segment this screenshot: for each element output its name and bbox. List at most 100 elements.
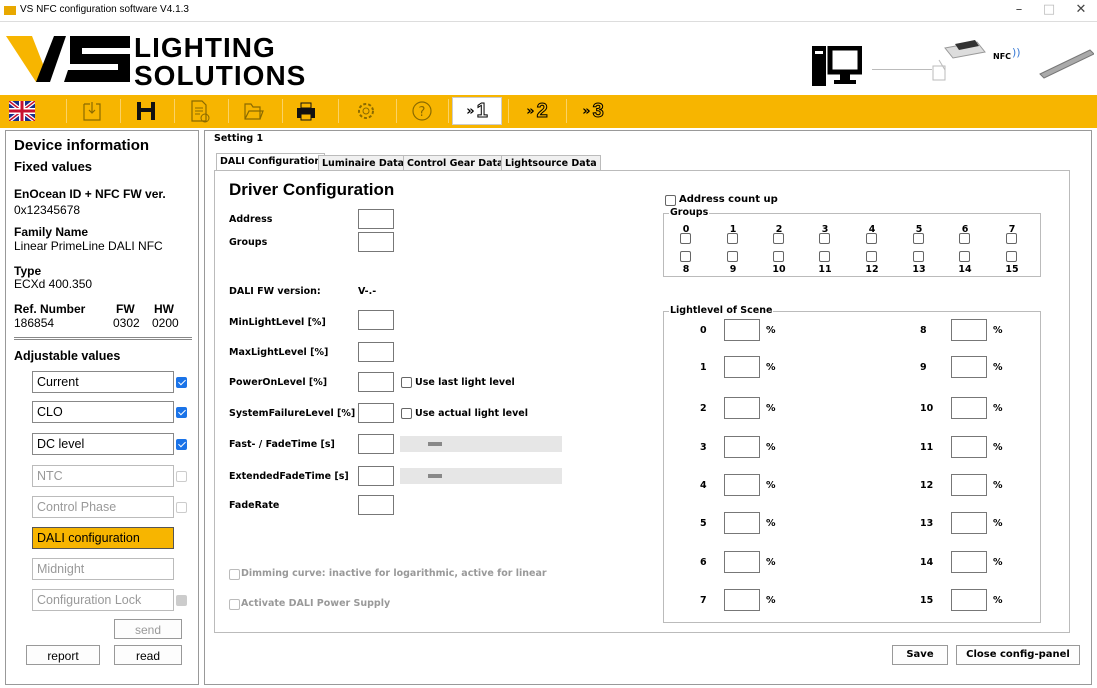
scene-8-input[interactable] xyxy=(951,319,987,341)
language-flag-uk-icon[interactable] xyxy=(8,97,36,125)
settings-gear-icon[interactable] xyxy=(352,97,380,125)
scene-7-input[interactable] xyxy=(724,589,760,611)
activate-dali-psu-checkbox[interactable] xyxy=(229,599,240,610)
nfc-waves-icon: » xyxy=(526,103,535,119)
scene-0-input[interactable] xyxy=(724,319,760,341)
connection-line xyxy=(872,69,932,70)
group-checkbox-8[interactable] xyxy=(680,251,691,262)
group-checkbox-0[interactable] xyxy=(680,233,691,244)
group-checkbox-13[interactable] xyxy=(913,251,924,262)
extended-fade-time-slider[interactable] xyxy=(400,468,562,484)
control-phase-checkbox[interactable] xyxy=(176,502,187,513)
group-checkbox-6[interactable] xyxy=(959,233,970,244)
scene-1-input[interactable] xyxy=(724,356,760,378)
group-checkbox-11[interactable] xyxy=(819,251,830,262)
address-label: Address xyxy=(229,214,273,225)
group-checkbox-7[interactable] xyxy=(1006,233,1017,244)
adjustable-dali-configuration-button[interactable]: DALI configuration xyxy=(32,527,174,549)
scene-11-input[interactable] xyxy=(951,436,987,458)
scene-3-input[interactable] xyxy=(724,436,760,458)
percent-label: % xyxy=(766,518,776,529)
scene-14-input[interactable] xyxy=(951,551,987,573)
help-icon[interactable]: ? xyxy=(408,97,436,125)
clo-checkbox[interactable] xyxy=(176,407,187,418)
fade-rate-input[interactable] xyxy=(358,495,394,515)
read-button[interactable]: read xyxy=(114,645,182,665)
adjustable-clo-button[interactable]: CLO xyxy=(32,401,174,423)
dc-level-checkbox[interactable] xyxy=(176,439,187,450)
scene-2-input[interactable] xyxy=(724,397,760,419)
close-button[interactable]: ✕ xyxy=(1066,2,1096,20)
tab-lightsource-data[interactable]: Lightsource Data xyxy=(501,155,601,171)
divider xyxy=(14,337,192,340)
use-actual-light-level-checkbox[interactable] xyxy=(401,408,412,419)
scene-15-input[interactable] xyxy=(951,589,987,611)
print-icon[interactable] xyxy=(292,97,320,125)
toolbar-separator xyxy=(508,99,509,123)
min-light-level-input[interactable] xyxy=(358,310,394,330)
group-checkbox-5[interactable] xyxy=(913,233,924,244)
groups-input[interactable] xyxy=(358,232,394,252)
scene-6-input[interactable] xyxy=(724,551,760,573)
tab-dali-configuration[interactable]: DALI Configuration xyxy=(216,153,326,171)
save-icon[interactable] xyxy=(132,97,160,125)
adjustable-current-button[interactable]: Current xyxy=(32,371,174,393)
send-button[interactable]: send xyxy=(114,619,182,639)
export-pdf-icon[interactable] xyxy=(186,97,214,125)
import-icon[interactable] xyxy=(78,97,106,125)
adjustable-dc-level-button[interactable]: DC level xyxy=(32,433,174,455)
system-failure-level-input[interactable] xyxy=(358,403,394,423)
scene-number-label: 14 xyxy=(920,557,934,568)
fade-time-input[interactable] xyxy=(358,434,394,454)
minimize-button[interactable]: – xyxy=(1004,2,1034,20)
tab-control-gear-data[interactable]: Control Gear Data xyxy=(403,155,508,171)
group-checkbox-4[interactable] xyxy=(866,233,877,244)
close-config-panel-button[interactable]: Close config-panel xyxy=(956,645,1080,665)
group-checkbox-12[interactable] xyxy=(866,251,877,262)
group-checkbox-3[interactable] xyxy=(819,233,830,244)
driver-configuration-heading: Driver Configuration xyxy=(229,180,395,199)
extended-fade-time-input[interactable] xyxy=(358,466,394,486)
adjustable-configuration-lock-button[interactable]: Configuration Lock xyxy=(32,589,174,611)
configuration-lock-checkbox[interactable] xyxy=(176,595,187,606)
adjustable-midnight-button[interactable]: Midnight xyxy=(32,558,174,580)
use-last-light-level-checkbox[interactable] xyxy=(401,377,412,388)
nfc-2-button[interactable]: » 2 xyxy=(514,97,560,125)
group-checkbox-14[interactable] xyxy=(959,251,970,262)
group-checkbox-1[interactable] xyxy=(727,233,738,244)
nfc-3-button[interactable]: » 3 xyxy=(570,97,616,125)
scene-13-input[interactable] xyxy=(951,512,987,534)
group-checkbox-2[interactable] xyxy=(773,233,784,244)
dimming-curve-checkbox[interactable] xyxy=(229,569,240,580)
address-input[interactable] xyxy=(358,209,394,229)
save-button[interactable]: Save xyxy=(892,645,948,665)
group-checkbox-9[interactable] xyxy=(727,251,738,262)
ntc-checkbox[interactable] xyxy=(176,471,187,482)
address-count-up-checkbox[interactable] xyxy=(665,195,676,206)
open-file-icon[interactable] xyxy=(240,97,268,125)
report-button[interactable]: report xyxy=(26,645,100,665)
max-light-level-label: MaxLightLevel [%] xyxy=(229,347,329,358)
scene-10-input[interactable] xyxy=(951,397,987,419)
toolbar-separator xyxy=(66,99,67,123)
scene-12-input[interactable] xyxy=(951,474,987,496)
group-checkbox-15[interactable] xyxy=(1006,251,1017,262)
scene-4-input[interactable] xyxy=(724,474,760,496)
device-info-panel: Device information Fixed values EnOcean … xyxy=(5,130,199,685)
scene-5-input[interactable] xyxy=(724,512,760,534)
nfc-1-button[interactable]: » 1 xyxy=(452,97,502,125)
type-value: ECXd 400.350 xyxy=(14,277,93,291)
percent-label: % xyxy=(993,557,1003,568)
tab-luminaire-data[interactable]: Luminaire Data xyxy=(318,155,409,171)
fade-time-slider[interactable] xyxy=(400,436,562,452)
fw-label: FW xyxy=(116,302,135,316)
group-checkbox-10[interactable] xyxy=(773,251,784,262)
adjustable-ntc-button[interactable]: NTC xyxy=(32,465,174,487)
fade-rate-label: FadeRate xyxy=(229,500,280,511)
maximize-button[interactable]: □ xyxy=(1034,2,1064,20)
scene-9-input[interactable] xyxy=(951,356,987,378)
max-light-level-input[interactable] xyxy=(358,342,394,362)
power-on-level-input[interactable] xyxy=(358,372,394,392)
current-checkbox[interactable] xyxy=(176,377,187,388)
adjustable-control-phase-button[interactable]: Control Phase xyxy=(32,496,174,518)
